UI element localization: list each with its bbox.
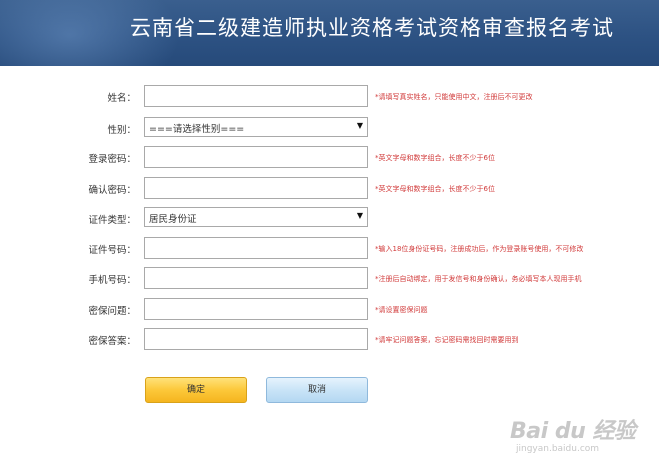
- security-question-input[interactable]: [144, 298, 368, 320]
- form-row-gender: 性别： ===请选择性别=== ▼: [0, 117, 659, 141]
- confirm-password-hint: *英文字母和数字组合，长度不少于6位: [375, 185, 495, 193]
- gender-select-value: ===请选择性别===: [149, 124, 245, 135]
- form-row-security-question: 密保问题： *请设置密保问题: [0, 298, 659, 322]
- security-question-label: 密保问题：: [88, 306, 136, 317]
- form-row-confirm-password: 确认密码： *英文字母和数字组合，长度不少于6位: [0, 177, 659, 201]
- id-number-input[interactable]: [144, 237, 368, 259]
- security-question-hint: *请设置密保问题: [375, 306, 428, 314]
- page-title: 云南省二级建造师执业资格考试资格审查报名考试: [130, 16, 614, 40]
- name-hint: *请填写真实姓名，只能使用中文，注册后不可更改: [375, 93, 533, 101]
- security-answer-input[interactable]: [144, 328, 368, 350]
- triangle-down-icon: ▼: [356, 211, 363, 220]
- form-row-phone: 手机号码： *注册后自动绑定，用于发信号和身份确认，务必填写本人现用手机: [0, 267, 659, 291]
- id-type-select[interactable]: 居民身份证 ▼: [144, 207, 368, 227]
- watermark-logo: Bai du 经验: [510, 419, 636, 444]
- form-row-password: 登录密码： *英文字母和数字组合，长度不少于6位: [0, 146, 659, 170]
- form-row-id-number: 证件号码： *输入18位身份证号码，注册成功后，作为登录账号使用，不可修改: [0, 237, 659, 261]
- phone-hint: *注册后自动绑定，用于发信号和身份确认，务必填写本人现用手机: [375, 275, 582, 283]
- gender-label: 性别：: [107, 125, 136, 136]
- name-input[interactable]: [144, 85, 368, 107]
- name-label: 姓名：: [107, 93, 136, 104]
- id-type-select-value: 居民身份证: [149, 214, 197, 225]
- form-row-id-type: 证件类型： 居民身份证 ▼: [0, 207, 659, 231]
- phone-input[interactable]: [144, 267, 368, 289]
- security-answer-label: 密保答案：: [88, 336, 136, 347]
- baidu-jingyan-watermark: Bai du 经验 jingyan.baidu.com: [510, 413, 650, 461]
- form-row-security-answer: 密保答案： *请牢记问题答案，忘记密码需找回时需要用到: [0, 328, 659, 352]
- gender-select[interactable]: ===请选择性别=== ▼: [144, 117, 368, 137]
- form-row-name: 姓名： *请填写真实姓名，只能使用中文，注册后不可更改: [0, 85, 659, 109]
- password-input[interactable]: [144, 146, 368, 168]
- phone-label: 手机号码：: [88, 275, 136, 286]
- header-banner: 云南省二级建造师执业资格考试资格审查报名考试: [0, 0, 659, 66]
- id-number-hint: *输入18位身份证号码，注册成功后，作为登录账号使用，不可修改: [375, 245, 584, 253]
- confirm-button[interactable]: 确定: [145, 377, 247, 403]
- security-answer-hint: *请牢记问题答案，忘记密码需找回时需要用到: [375, 336, 519, 344]
- cancel-button[interactable]: 取消: [266, 377, 368, 403]
- password-hint: *英文字母和数字组合，长度不少于6位: [375, 154, 495, 162]
- id-number-label: 证件号码：: [88, 245, 136, 256]
- id-type-label: 证件类型：: [88, 215, 136, 226]
- password-label: 登录密码：: [88, 154, 136, 165]
- confirm-password-label: 确认密码：: [88, 185, 136, 196]
- confirm-password-input[interactable]: [144, 177, 368, 199]
- triangle-down-icon: ▼: [356, 121, 363, 130]
- watermark-url: jingyan.baidu.com: [516, 444, 600, 454]
